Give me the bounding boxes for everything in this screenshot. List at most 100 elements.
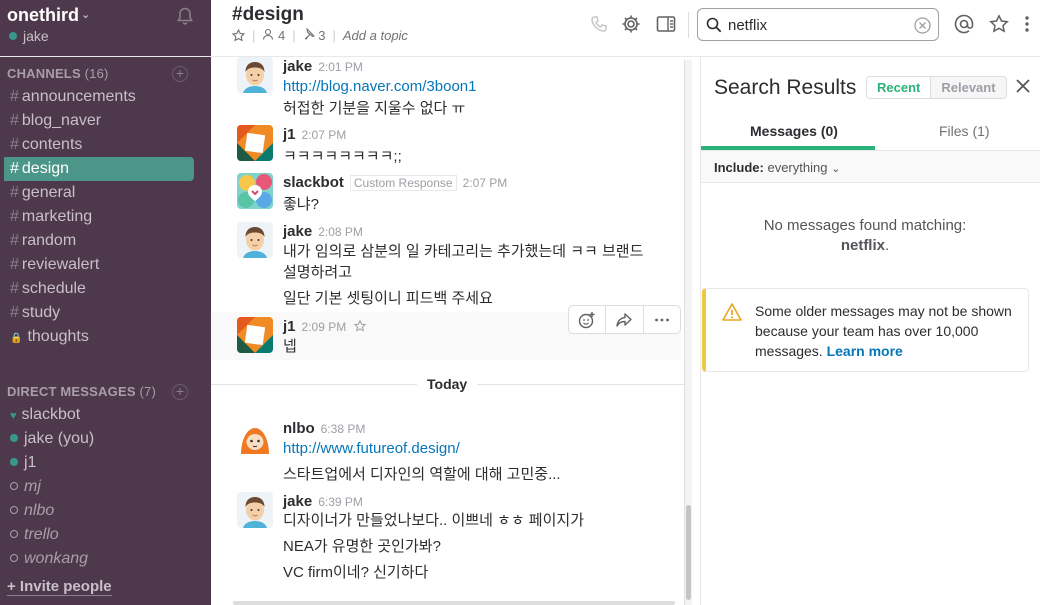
hash-icon: # (10, 304, 19, 321)
channel-title[interactable]: #design (232, 4, 304, 26)
sidebar-channel-random[interactable]: # random (0, 229, 211, 253)
phone-icon[interactable] (589, 14, 609, 34)
dm-header[interactable]: DIRECT MESSAGES (7) (7, 384, 156, 399)
message-author[interactable]: jake 6:39 PM (283, 493, 363, 510)
add-topic-link[interactable]: Add a topic (343, 28, 408, 43)
presence-away-icon (10, 506, 18, 514)
sidebar-channel-blog_naver[interactable]: # blog_naver (0, 109, 211, 133)
author-name: j1 (283, 318, 296, 335)
sort-relevant-button[interactable]: Relevant (930, 77, 1006, 98)
sidebar-dm-nlbo[interactable]: nlbo (0, 499, 54, 523)
include-filter[interactable]: Include: everything ⌄ (701, 151, 1040, 183)
sidebar-dm-wonkang[interactable]: wonkang (0, 547, 88, 571)
message-time[interactable]: 2:08 PM (318, 225, 363, 239)
starred-items-icon[interactable] (989, 14, 1009, 34)
tab-files[interactable]: Files (1) (939, 123, 990, 139)
sidebar-channel-design[interactable]: # design (4, 157, 194, 181)
star-icon[interactable] (232, 29, 245, 42)
message-text: 넵 (283, 338, 297, 355)
filter-label: Include: (714, 160, 764, 175)
sidebar-channel-marketing[interactable]: # marketing (0, 205, 211, 229)
hash-icon: # (10, 184, 19, 201)
clear-search-icon[interactable] (914, 17, 931, 34)
channels-header[interactable]: CHANNELS (16) (7, 66, 109, 81)
message-time[interactable]: 2:07 PM (302, 128, 347, 142)
search-box[interactable]: netflix (697, 8, 939, 41)
presence-away-icon (10, 482, 18, 490)
sidebar-channel-reviewalert[interactable]: # reviewalert (0, 253, 211, 277)
sidebar-dm-jake-you-[interactable]: jake (you) (0, 427, 94, 451)
sidebar-channel-general[interactable]: # general (0, 181, 211, 205)
star-message-icon[interactable] (354, 319, 367, 332)
sidebar-dm-j1[interactable]: j1 (0, 451, 36, 475)
close-icon[interactable] (1014, 77, 1032, 95)
message-link[interactable]: http://www.futureof.design/ (283, 438, 653, 459)
message-time[interactable]: 2:09 PM (302, 320, 347, 334)
no-results-text: No messages found matching: (763, 217, 967, 234)
channel-label: marketing (21, 208, 93, 225)
presence-away-icon (10, 530, 18, 538)
message-author[interactable]: jake 2:08 PM (283, 223, 363, 240)
scrollbar-thumb[interactable] (686, 505, 691, 600)
warning-text: Some older messages may not be shown bec… (755, 301, 1020, 361)
sidebar-channel-study[interactable]: # study (0, 301, 211, 325)
message-author[interactable]: nlbo 6:38 PM (283, 420, 365, 437)
sort-recent-button[interactable]: Recent (867, 77, 931, 98)
message-author[interactable]: jake 2:01 PM (283, 58, 363, 75)
dm-label: trello (24, 526, 59, 543)
message-author[interactable]: slackbot Custom Response 2:07 PM (283, 174, 507, 191)
share-message-button[interactable] (606, 306, 644, 333)
avatar[interactable] (237, 57, 273, 93)
avatar[interactable] (237, 222, 273, 258)
message-text: NEA가 유명한 곳인가봐? (283, 538, 441, 555)
sidebar-channel-thoughts[interactable]: 🔒 thoughts (0, 325, 211, 349)
sidebar-channel-announcements[interactable]: # announcements (0, 85, 211, 109)
member-count[interactable]: 4 (262, 28, 285, 43)
hash-icon: # (10, 256, 19, 273)
sidebar-channel-contents[interactable]: # contents (0, 133, 211, 157)
add-channel-icon[interactable]: + (172, 66, 188, 82)
message-time[interactable]: 6:38 PM (321, 422, 366, 436)
message-author[interactable]: j1 2:09 PM (283, 318, 367, 335)
message-link[interactable]: http://blog.naver.com/3boon1 (283, 76, 653, 97)
mentions-icon[interactable] (954, 14, 974, 34)
add-reaction-button[interactable] (569, 306, 607, 333)
learn-more-link[interactable]: Learn more (827, 343, 903, 359)
channel-label: blog_naver (21, 112, 102, 129)
message-time[interactable]: 2:07 PM (463, 176, 508, 190)
sidebar-dm-mj[interactable]: mj (0, 475, 41, 499)
message-time[interactable]: 2:01 PM (318, 60, 363, 74)
pinned-count[interactable]: 3 (303, 27, 326, 43)
add-dm-icon[interactable]: + (172, 384, 188, 400)
author-name: jake (283, 493, 313, 510)
dm-label: wonkang (24, 550, 89, 567)
search-input[interactable]: netflix (728, 17, 767, 34)
invite-people-link[interactable]: + Invite people (7, 578, 112, 596)
tab-messages[interactable]: Messages (0) (750, 123, 838, 139)
avatar[interactable] (237, 420, 273, 456)
sidebar-dm-slackbot[interactable]: ♥ slackbot (0, 403, 80, 427)
avatar[interactable] (237, 492, 273, 528)
message-text: 허접한 기분을 지울수 없다 ㅠ (283, 100, 466, 117)
chevron-down-icon: ⌄ (81, 9, 91, 21)
current-user[interactable]: jake (9, 28, 49, 44)
avatar[interactable] (237, 173, 273, 209)
more-vertical-icon[interactable] (1018, 14, 1036, 34)
message-list: jake 2:01 PM http://blog.naver.com/3boon1… (211, 57, 688, 605)
more-actions-button[interactable] (644, 306, 680, 333)
avatar-jake-image (237, 57, 273, 93)
message-text: 좋냐? (283, 196, 319, 213)
message-actions (568, 305, 681, 334)
message-text: 디자이너가 만들었나보다.. 이쁘네 ㅎㅎ 페이지가 (283, 512, 585, 529)
avatar[interactable] (237, 317, 273, 353)
sidebar-channel-schedule[interactable]: # schedule (0, 277, 211, 301)
gear-icon[interactable] (621, 14, 641, 34)
message-author[interactable]: j1 2:07 PM (283, 126, 346, 143)
avatar[interactable] (237, 125, 273, 161)
team-name-menu[interactable]: onethird ⌄ (7, 5, 90, 26)
message-time[interactable]: 6:39 PM (318, 495, 363, 509)
bell-icon[interactable] (175, 6, 195, 26)
add-reaction-icon (578, 311, 595, 328)
sidebar-dm-trello[interactable]: trello (0, 523, 59, 547)
sidebar-toggle-icon[interactable] (656, 14, 676, 34)
